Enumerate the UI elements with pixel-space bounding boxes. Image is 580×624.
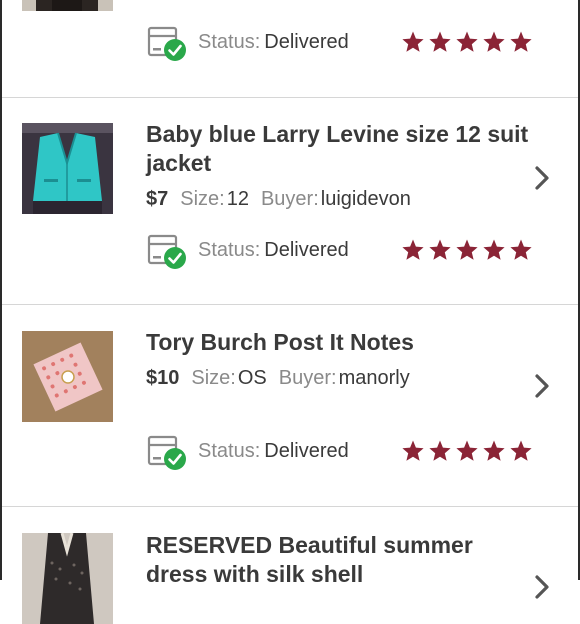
item-thumbnail bbox=[22, 331, 113, 422]
divider bbox=[2, 97, 578, 98]
status-value: Delivered bbox=[264, 31, 349, 53]
delivered-package-icon bbox=[146, 25, 188, 63]
star-icon bbox=[429, 31, 451, 52]
rating-stars bbox=[401, 439, 533, 463]
item-price: $10 bbox=[146, 367, 180, 389]
size-value: 12 bbox=[226, 188, 249, 210]
item-thumbnail bbox=[22, 533, 113, 624]
chevron-right-icon[interactable] bbox=[533, 574, 551, 600]
item-title: Tory Burch Post It Notes bbox=[146, 329, 414, 355]
size-label: Size: bbox=[180, 188, 225, 210]
item-title: RESERVED Beautiful summer dress with sil… bbox=[146, 532, 473, 587]
frame-left-edge bbox=[0, 0, 2, 580]
star-icon bbox=[510, 239, 532, 260]
item-meta: $7 Size: 12 Buyer: luigidevon bbox=[146, 186, 411, 212]
buyer-label: Buyer: bbox=[278, 367, 337, 389]
divider bbox=[2, 506, 578, 507]
status-label: Status: bbox=[198, 440, 261, 462]
star-icon bbox=[483, 31, 505, 52]
star-icon bbox=[402, 239, 424, 260]
buyer-value: manorly bbox=[338, 367, 410, 389]
status-text: Status: Delivered bbox=[198, 29, 349, 55]
item-title: Baby blue Larry Levine size 12 suit jack… bbox=[146, 121, 529, 176]
buyer-label: Buyer: bbox=[260, 188, 319, 210]
star-icon bbox=[429, 440, 451, 461]
chevron-right-icon[interactable] bbox=[533, 165, 551, 191]
star-icon bbox=[429, 239, 451, 260]
status-value: Delivered bbox=[264, 239, 349, 261]
item-meta: $10 Size: OS Buyer: manorly bbox=[146, 365, 410, 391]
delivered-package-icon bbox=[146, 233, 188, 271]
star-icon bbox=[483, 239, 505, 260]
star-icon bbox=[402, 440, 424, 461]
star-icon bbox=[483, 440, 505, 461]
star-icon bbox=[402, 31, 424, 52]
delivered-package-icon bbox=[146, 434, 188, 472]
rating-stars bbox=[401, 30, 533, 54]
item-thumbnail bbox=[22, 0, 113, 11]
buyer-value: luigidevon bbox=[320, 188, 411, 210]
star-icon bbox=[456, 239, 478, 260]
item-price: $7 bbox=[146, 188, 169, 210]
status-value: Delivered bbox=[264, 440, 349, 462]
item-thumbnail bbox=[22, 123, 113, 214]
status-label: Status: bbox=[198, 239, 261, 261]
status-label: Status: bbox=[198, 31, 261, 53]
size-value: OS bbox=[237, 367, 267, 389]
divider bbox=[2, 304, 578, 305]
star-icon bbox=[510, 440, 532, 461]
status-text: Status: Delivered bbox=[198, 438, 349, 464]
status-text: Status: Delivered bbox=[198, 237, 349, 263]
star-icon bbox=[510, 31, 532, 52]
star-icon bbox=[456, 31, 478, 52]
star-icon bbox=[456, 440, 478, 461]
size-label: Size: bbox=[191, 367, 236, 389]
rating-stars bbox=[401, 238, 533, 262]
chevron-right-icon[interactable] bbox=[533, 373, 551, 399]
